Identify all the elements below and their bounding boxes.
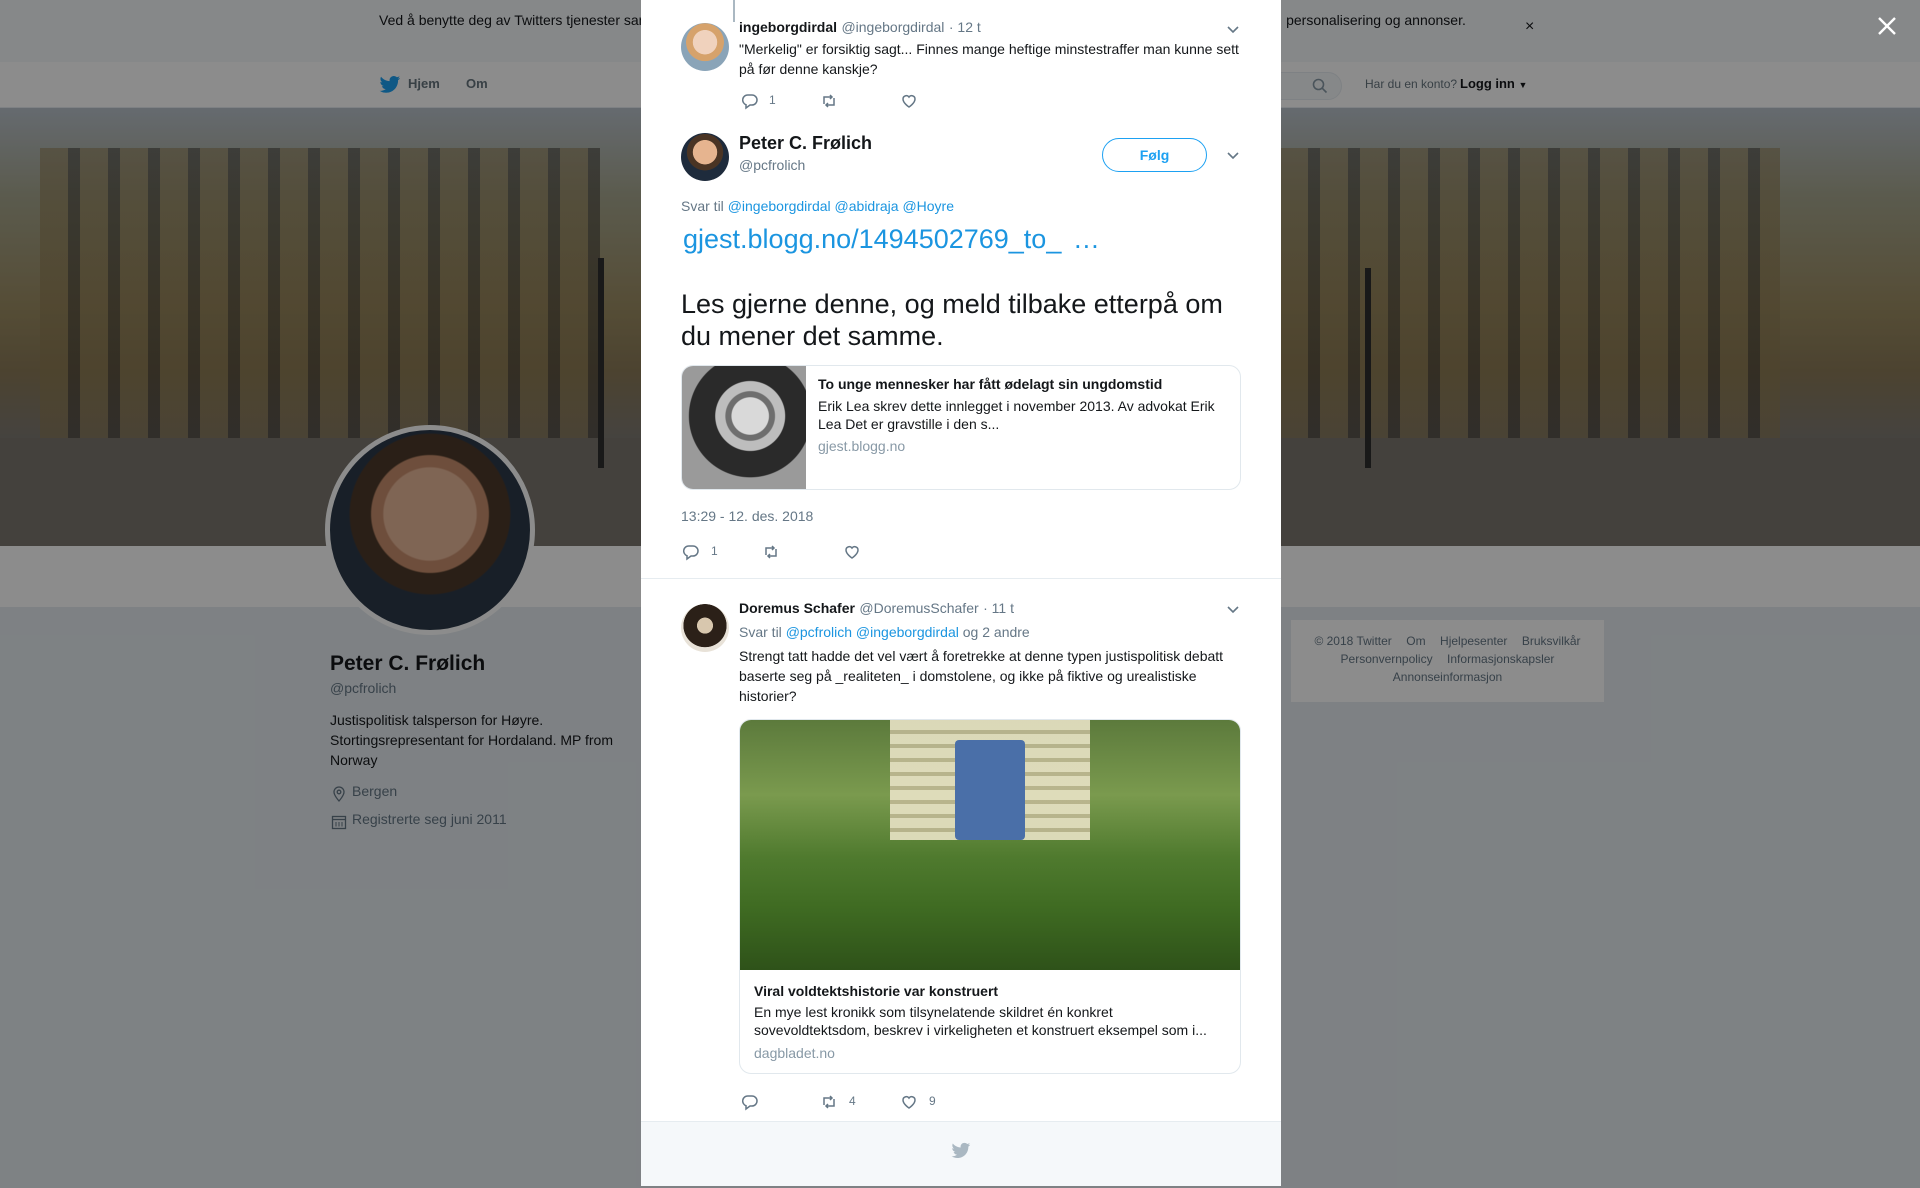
reply-count: 1 (769, 93, 776, 107)
heart-icon[interactable] (843, 543, 861, 561)
tweet-author-handle[interactable]: @DoremusSchafer (859, 600, 978, 616)
close-icon[interactable] (1873, 12, 1901, 40)
mention-link[interactable]: @ingeborgdirdal (856, 624, 959, 640)
tweet-author-name[interactable]: Peter C. Frølich (739, 133, 872, 154)
mention-link[interactable]: @Hoyre (902, 198, 954, 214)
thread-connector-line (733, 0, 735, 22)
mention-link[interactable]: @ingeborgdirdal (728, 198, 831, 214)
card-description: En mye lest kronikk som tilsynelatende s… (754, 1004, 1207, 1038)
reply-count: 1 (711, 544, 718, 558)
reply-prefix: Svar til (681, 198, 724, 214)
tweet-url-ellipsis: … (1072, 224, 1100, 254)
tweet-author-handle[interactable]: @pcfrolich (739, 157, 805, 173)
reply-prefix: Svar til (739, 624, 782, 640)
mention-link[interactable]: @abidraja (835, 198, 899, 214)
tweet-url-text[interactable]: gjest.blogg.no/1494502769_to_ (683, 224, 1061, 254)
chevron-down-icon[interactable] (1226, 25, 1240, 35)
card-thumbnail (682, 366, 806, 489)
tweet-header: Doremus Schafer @DoremusSchafer · 11 t (739, 600, 1014, 618)
avatar[interactable] (681, 604, 729, 652)
card-domain: gjest.blogg.no (818, 438, 906, 454)
tweet-header: ingeborgdirdal @ingeborgdirdal · 12 t (739, 19, 981, 37)
card-domain: dagbladet.no (754, 1045, 835, 1061)
tweet-text: Strengt tatt hadde det vel vært å foretr… (739, 648, 1224, 704)
chevron-down-icon[interactable] (1226, 151, 1240, 161)
reply-context: Svar til @ingeborgdirdal @abidraja @Hoyr… (681, 198, 954, 214)
card-title: Viral voldtektshistorie var konstruert (754, 983, 999, 999)
tweet-author-name[interactable]: ingeborgdirdal (739, 19, 837, 35)
tweet-author-handle[interactable]: @ingeborgdirdal (841, 19, 944, 35)
retweet-icon[interactable] (820, 92, 838, 110)
tweet-full-timestamp[interactable]: 13:29 - 12. des. 2018 (681, 508, 813, 524)
tweet-timestamp[interactable]: · 12 t (949, 19, 981, 35)
reply-others[interactable]: og 2 andre (963, 624, 1030, 640)
reply-icon[interactable] (682, 543, 700, 561)
link-preview-card[interactable]: Viral voldtektshistorie var konstruert E… (739, 719, 1241, 1074)
twitter-bird-icon (951, 1142, 971, 1158)
reply-icon[interactable] (741, 92, 759, 110)
avatar[interactable] (681, 23, 729, 71)
mention-link[interactable]: @pcfrolich (786, 624, 852, 640)
retweet-icon[interactable] (762, 543, 780, 561)
divider (641, 578, 1281, 579)
avatar[interactable] (681, 133, 729, 181)
tweet-url-link[interactable]: gjest.blogg.no/1494502769_to_ … (683, 224, 1100, 255)
heart-icon[interactable] (900, 1093, 918, 1111)
modal-footer (641, 1121, 1281, 1186)
reply-icon[interactable] (741, 1093, 759, 1111)
like-count: 9 (929, 1094, 936, 1108)
tweet-text: "Merkelig" er forsiktig sagt... Finnes m… (739, 41, 1239, 77)
follow-button[interactable]: Følg (1102, 138, 1207, 172)
retweet-icon[interactable] (820, 1093, 838, 1111)
card-title: To unge mennesker har fått ødelagt sin u… (818, 376, 1163, 392)
link-preview-card[interactable]: To unge mennesker har fått ødelagt sin u… (681, 365, 1241, 490)
card-description: Erik Lea skrev dette innlegget i novembe… (818, 398, 1215, 432)
tweet-text-large: Les gjerne denne, og meld tilbake etterp… (681, 289, 1223, 351)
reply-context: Svar til @pcfrolich @ingeborgdirdal og 2… (739, 624, 1030, 640)
heart-icon[interactable] (900, 92, 918, 110)
card-image-person (955, 740, 1025, 840)
retweet-count: 4 (849, 1094, 856, 1108)
tweet-timestamp[interactable]: · 11 t (983, 600, 1014, 616)
tweet-thread-modal: ingeborgdirdal @ingeborgdirdal · 12 t "M… (641, 0, 1281, 1186)
tweet-author-name[interactable]: Doremus Schafer (739, 600, 855, 616)
chevron-down-icon[interactable] (1226, 605, 1240, 615)
card-image (740, 720, 1240, 970)
